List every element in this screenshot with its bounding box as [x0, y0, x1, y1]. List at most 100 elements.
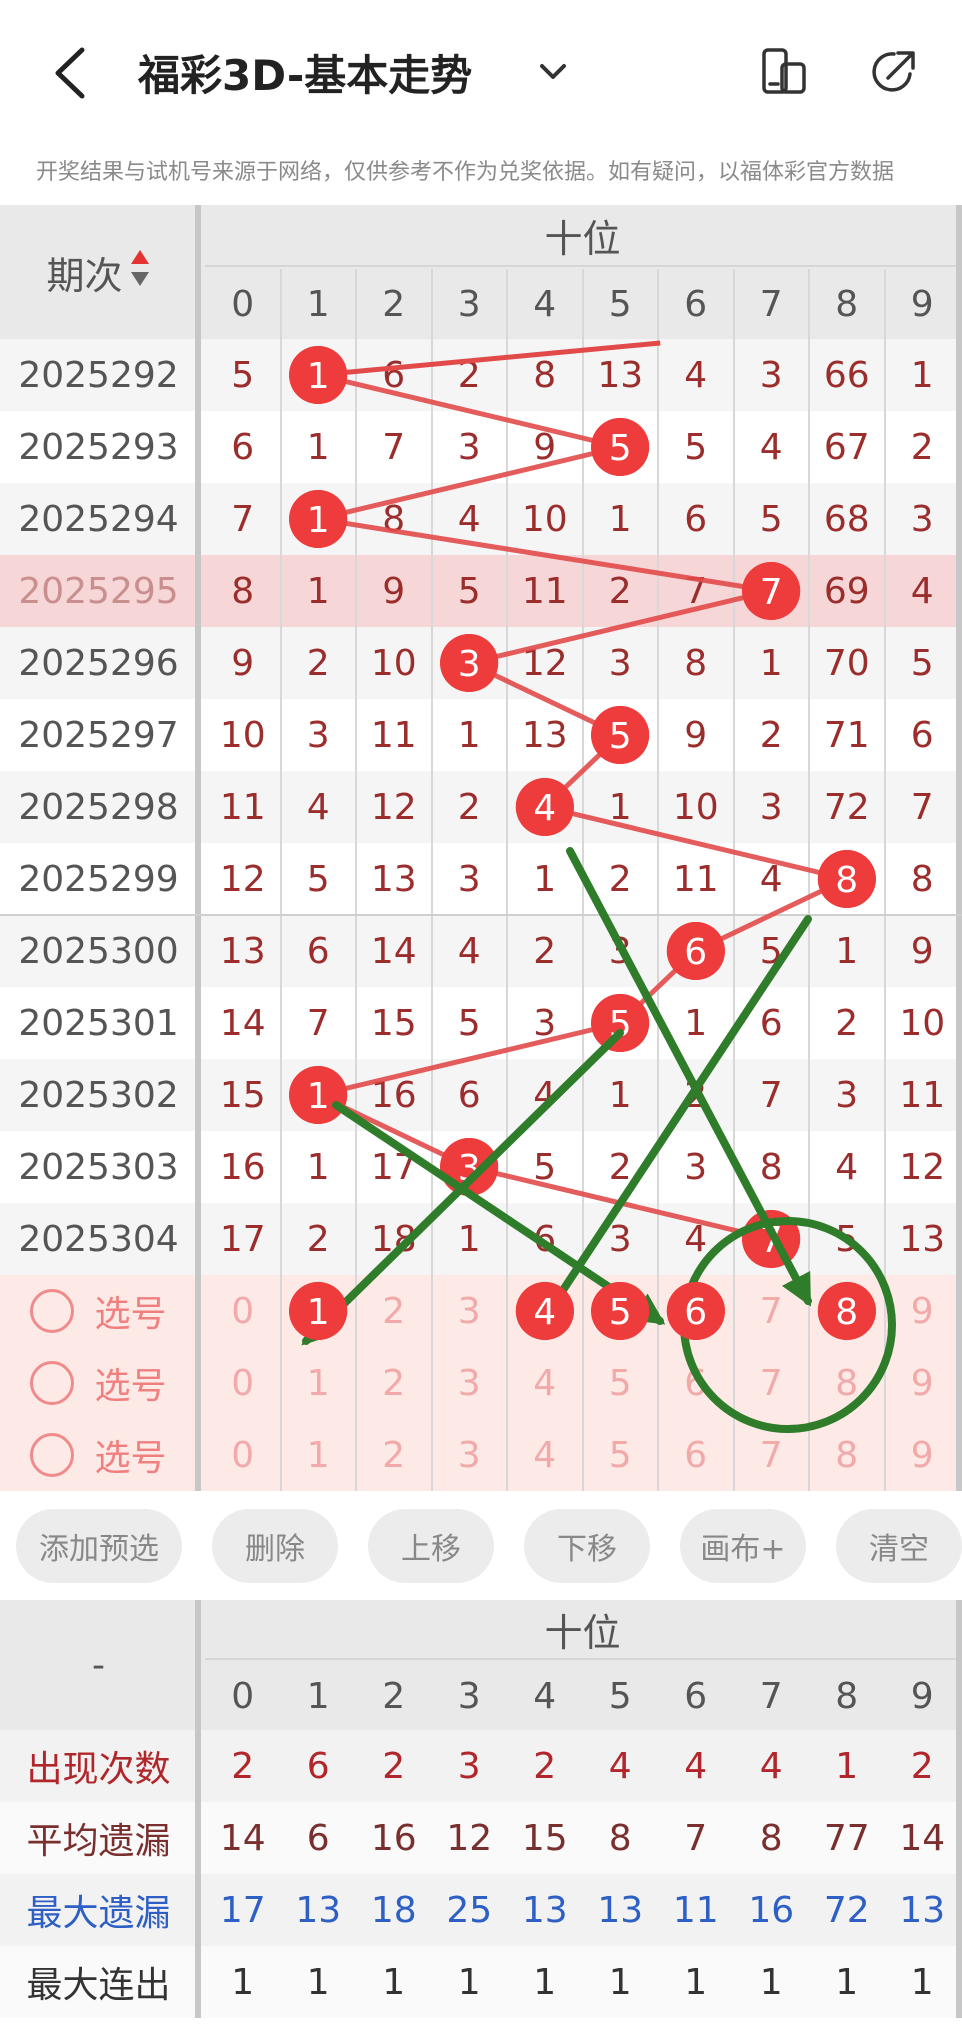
- select-cell[interactable]: 7: [734, 1419, 810, 1491]
- select-cell[interactable]: 3: [432, 1419, 508, 1491]
- select-row-label[interactable]: 选号: [0, 1347, 197, 1419]
- grid-line: [732, 269, 735, 1491]
- trend-cell: 68: [809, 483, 885, 555]
- trend-value: 2: [684, 1074, 708, 1116]
- select-cell[interactable]: 6: [658, 1347, 734, 1419]
- trend-value: 2: [457, 786, 481, 828]
- select-cell[interactable]: 5: [583, 1347, 659, 1419]
- trend-cell: 3: [432, 843, 508, 915]
- action-button[interactable]: 上移: [368, 1509, 494, 1583]
- select-cell[interactable]: 5: [583, 1419, 659, 1491]
- select-radio[interactable]: [30, 1433, 75, 1477]
- select-cell[interactable]: 3: [432, 1275, 508, 1347]
- trend-cell: 4: [432, 483, 508, 555]
- select-cell[interactable]: 6: [658, 1419, 734, 1491]
- select-radio[interactable]: [30, 1289, 75, 1333]
- select-cell[interactable]: 4: [507, 1419, 583, 1491]
- stats-row-label: 最大连出: [26, 1965, 171, 2006]
- stats-label-separator: [195, 1600, 201, 2018]
- select-cell[interactable]: 2: [356, 1419, 432, 1491]
- trend-value: 8: [382, 498, 406, 540]
- select-cell[interactable]: 7: [734, 1275, 810, 1347]
- select-cell[interactable]: 6: [658, 1275, 734, 1347]
- share-button[interactable]: [866, 44, 922, 100]
- select-cell[interactable]: 3: [432, 1347, 508, 1419]
- select-cell[interactable]: 0: [205, 1275, 281, 1347]
- select-row-label[interactable]: 选号: [0, 1419, 197, 1491]
- action-button[interactable]: 画布+: [680, 1509, 806, 1583]
- select-cell[interactable]: 0: [205, 1347, 281, 1419]
- title-dropdown-button[interactable]: [530, 48, 576, 94]
- trend-cell: 11: [507, 555, 583, 627]
- period-label: 2025304: [18, 1218, 179, 1260]
- trend-value: 1: [608, 786, 632, 828]
- select-cell[interactable]: 7: [734, 1347, 810, 1419]
- action-button[interactable]: 添加预选: [16, 1509, 182, 1583]
- trend-cell: 17: [205, 1203, 281, 1275]
- select-cell[interactable]: 9: [885, 1275, 961, 1347]
- trend-cell: 2: [885, 411, 961, 483]
- stats-digit-header: 2: [382, 1675, 406, 1717]
- trend-cell: 3: [809, 1059, 885, 1131]
- trend-cell: 4: [507, 1059, 583, 1131]
- trend-cell: 5: [507, 1131, 583, 1203]
- trend-cell: 2: [809, 987, 885, 1059]
- trend-cell: 7: [281, 987, 357, 1059]
- select-value: 3: [457, 1362, 481, 1404]
- trend-value: 2: [835, 1002, 859, 1044]
- group-divider: [0, 914, 962, 916]
- digit-header: 4: [533, 283, 557, 325]
- action-button[interactable]: 删除: [212, 1509, 338, 1583]
- select-label-text: 选号: [94, 1366, 167, 1407]
- select-cell[interactable]: 9: [885, 1347, 961, 1419]
- select-cell[interactable]: 1: [281, 1419, 357, 1491]
- trend-cell: 12: [507, 627, 583, 699]
- trend-value: 9: [231, 642, 255, 684]
- period-header[interactable]: 期次: [0, 205, 197, 339]
- trend-value: 8: [759, 1146, 783, 1188]
- select-row-label[interactable]: 选号: [0, 1275, 197, 1347]
- grid-line: [883, 269, 886, 1491]
- select-cell[interactable]: 5: [583, 1275, 659, 1347]
- trend-value: 18: [370, 1218, 417, 1260]
- hit-ball: 1: [289, 346, 348, 404]
- select-cell[interactable]: 1: [281, 1347, 357, 1419]
- trend-cell: 9: [885, 915, 961, 987]
- select-cell[interactable]: 9: [885, 1419, 961, 1491]
- digit-header: 0: [231, 283, 255, 325]
- trend-cell: 10: [205, 699, 281, 771]
- select-cell[interactable]: 2: [356, 1275, 432, 1347]
- switch-layout-button[interactable]: [756, 44, 812, 100]
- hit-ball: 3: [440, 634, 499, 692]
- digit-header: 2: [382, 283, 406, 325]
- select-cell[interactable]: 8: [809, 1419, 885, 1491]
- trend-value: 1: [608, 498, 632, 540]
- select-radio[interactable]: [30, 1361, 75, 1405]
- select-cell[interactable]: 4: [507, 1347, 583, 1419]
- stats-value: 1: [910, 1961, 934, 2003]
- trend-value: 5: [835, 1218, 859, 1260]
- back-button[interactable]: [40, 38, 100, 108]
- digit-header: 3: [457, 283, 481, 325]
- select-cell[interactable]: 2: [356, 1347, 432, 1419]
- action-button[interactable]: 清空: [836, 1509, 962, 1583]
- trend-value: 3: [608, 642, 632, 684]
- select-cell[interactable]: 8: [809, 1347, 885, 1419]
- hit-ball: 8: [817, 850, 876, 908]
- trend-cell: 9: [205, 627, 281, 699]
- select-cell[interactable]: 0: [205, 1419, 281, 1491]
- select-cell[interactable]: 4: [507, 1275, 583, 1347]
- stats-value: 13: [521, 1889, 568, 1931]
- trend-value: 15: [219, 1074, 266, 1116]
- select-cell[interactable]: 1: [281, 1275, 357, 1347]
- select-cell[interactable]: 8: [809, 1275, 885, 1347]
- action-button[interactable]: 下移: [524, 1509, 650, 1583]
- period-label: 2025303: [18, 1146, 179, 1188]
- picked-ball: 4: [515, 1282, 574, 1340]
- trend-value: 1: [910, 354, 934, 396]
- trend-cell: 8: [658, 627, 734, 699]
- select-value: 1: [306, 1362, 330, 1404]
- trend-cell: 7: [734, 1203, 810, 1275]
- action-bar: 添加预选 删除 上移 下移 画布+ 清空: [0, 1495, 962, 1595]
- trend-cell: 4: [658, 1203, 734, 1275]
